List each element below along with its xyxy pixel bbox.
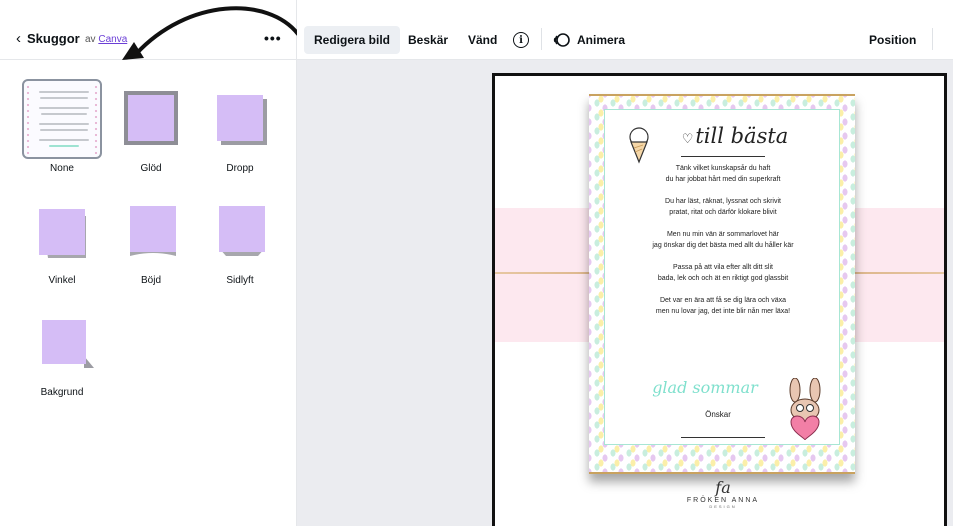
design-page[interactable]: ♡till bästa Tänk vilket kunskapsår du ha… xyxy=(492,73,947,526)
poem-stanza: Tänk vilket kunskapsår du haft du har jo… xyxy=(665,165,781,183)
shadow-option-page-lift[interactable]: Sidlyft xyxy=(195,187,285,286)
divider xyxy=(932,28,933,50)
poem: Tänk vilket kunskapsår du haft du har jo… xyxy=(605,163,841,328)
thumbnail xyxy=(200,75,280,155)
shadow-option-glow[interactable]: Glöd xyxy=(106,75,196,174)
shadow-option-angle[interactable]: Vinkel xyxy=(17,187,107,286)
poem-stanza: Du har läst, räknat, lyssnat och skrivit… xyxy=(665,198,781,216)
selected-image[interactable]: ♡till bästa Tänk vilket kunskapsår du ha… xyxy=(589,94,855,474)
angle-swatch xyxy=(39,209,86,258)
option-label: Glöd xyxy=(140,163,162,174)
position-button[interactable]: Position xyxy=(869,26,916,54)
background-swatch xyxy=(42,320,94,368)
shadow-option-curved[interactable]: Böjd xyxy=(106,187,196,286)
shadows-panel: ‹ Skuggor av Canva ••• None Glöd Dropp V… xyxy=(0,0,300,526)
back-button[interactable]: ‹ Skuggor xyxy=(16,31,80,46)
shadow-option-none[interactable]: None xyxy=(17,75,107,174)
title-rule xyxy=(681,156,765,157)
poem-stanza: Det var en ära att få se dig lära och vä… xyxy=(655,297,791,315)
thumbnail xyxy=(111,187,191,267)
signature-line xyxy=(681,437,765,438)
logo-mark: fa xyxy=(715,478,731,497)
thumbnail xyxy=(200,187,280,267)
option-label: Böjd xyxy=(140,275,161,286)
card-content: ♡till bästa Tänk vilket kunskapsår du ha… xyxy=(604,109,840,445)
option-label: None xyxy=(50,163,74,174)
divider xyxy=(541,28,542,50)
option-label: Vinkel xyxy=(48,275,76,286)
thumbnail xyxy=(22,187,102,267)
bunny-icon xyxy=(789,378,821,441)
info-button[interactable]: i xyxy=(513,26,529,54)
shadow-option-drop[interactable]: Dropp xyxy=(195,75,285,174)
card-title: ♡till bästa xyxy=(605,124,841,148)
animate-label: Animera xyxy=(577,33,626,47)
shadow-option-background[interactable]: Bakgrund xyxy=(17,299,107,398)
option-label: Dropp xyxy=(226,163,254,174)
editor-toolbar: Redigera bild Beskär Vänd i Animera Posi… xyxy=(297,0,953,60)
animate-button[interactable]: Animera xyxy=(553,26,625,54)
info-icon: i xyxy=(513,32,529,48)
edit-image-button[interactable]: Redigera bild xyxy=(304,26,401,54)
crop-button[interactable]: Beskär xyxy=(408,26,448,54)
poem-stanza: Men nu min vän är sommarlovet här jag ön… xyxy=(652,231,794,249)
none-thumbnail xyxy=(22,79,102,159)
option-label: Bakgrund xyxy=(40,387,84,398)
glow-swatch xyxy=(128,95,174,141)
logo: fa FRÖKEN ANNA DESIGN xyxy=(673,478,773,509)
flip-button[interactable]: Vänd xyxy=(468,26,497,54)
thumbnail xyxy=(111,75,191,155)
panel-title: Skuggor xyxy=(27,31,80,46)
byline-prefix: av xyxy=(85,34,96,45)
chevron-left-icon: ‹ xyxy=(16,30,21,47)
thumbnail xyxy=(22,299,102,379)
heart-icon: ♡ xyxy=(681,132,694,147)
poem-stanza: Passa på att vila efter allt ditt slit b… xyxy=(657,264,789,282)
page-lift-swatch xyxy=(219,206,265,256)
logo-name: FRÖKEN ANNA xyxy=(686,497,760,504)
curved-swatch xyxy=(130,206,176,256)
curved-arrow-icon xyxy=(122,6,300,60)
card-title-text: till bästa xyxy=(695,124,789,148)
canvas-area: ♡till bästa Tänk vilket kunskapsår du ha… xyxy=(297,60,953,526)
option-label: Sidlyft xyxy=(226,275,254,286)
thumbnail xyxy=(22,75,102,159)
logo-sub: DESIGN xyxy=(709,504,737,509)
drop-swatch xyxy=(217,95,263,141)
animate-icon xyxy=(553,33,570,47)
